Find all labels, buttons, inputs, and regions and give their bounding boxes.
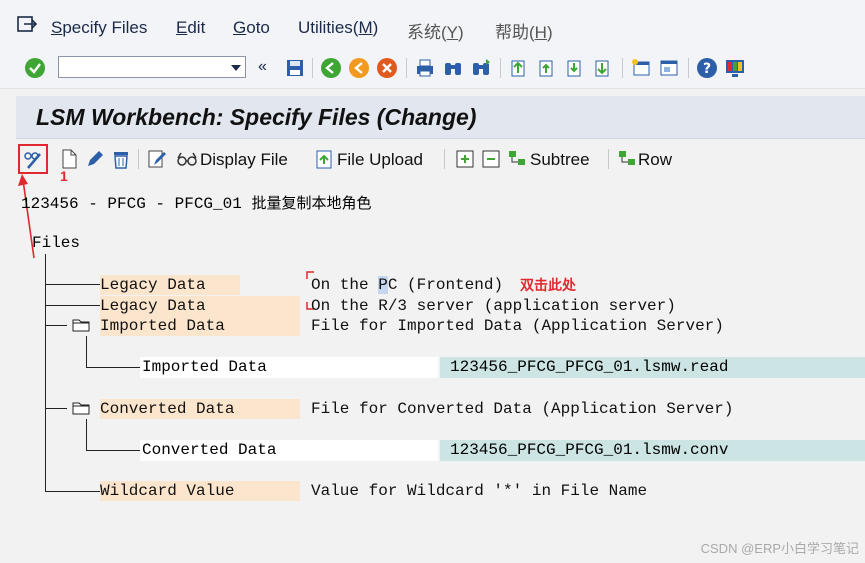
- legacy-data-frontend-node[interactable]: Legacy Data: [100, 275, 240, 295]
- tree-line: [45, 305, 101, 306]
- converted-data-file-field[interactable]: 123456_PFCG_PFCG_01.lsmw.conv: [440, 440, 865, 461]
- tree-line: [45, 284, 101, 285]
- converted-data-node[interactable]: Converted Data: [100, 399, 300, 419]
- converted-data-file-label: Converted Data: [140, 440, 438, 461]
- next-page-icon[interactable]: [564, 57, 586, 79]
- print-icon[interactable]: [414, 57, 436, 79]
- tree-line: [86, 450, 142, 451]
- watermark: CSDN @ERP小白学习笔记: [700, 541, 859, 556]
- converted-data-desc[interactable]: File for Converted Data (Application Ser…: [311, 400, 733, 418]
- cancel-icon[interactable]: [376, 57, 398, 79]
- menu-system[interactable]: 系统(Y): [407, 18, 464, 43]
- previous-page-icon[interactable]: [536, 57, 558, 79]
- display-file-button[interactable]: Display File: [200, 150, 288, 170]
- legacy-data-server-node[interactable]: Legacy Data: [100, 296, 300, 316]
- expand-subtree-icon[interactable]: [454, 148, 476, 170]
- menu-help[interactable]: 帮助(H): [495, 18, 553, 43]
- imported-data-desc[interactable]: File for Imported Data (Application Serv…: [311, 317, 724, 335]
- tree-line: [45, 408, 67, 409]
- subtree-icon[interactable]: [506, 148, 528, 170]
- double-chevron-left-icon[interactable]: «: [258, 58, 267, 76]
- display-file-glasses-icon[interactable]: [176, 148, 198, 170]
- folder-icon[interactable]: [72, 318, 90, 332]
- menu-edit[interactable]: Edit: [176, 18, 205, 38]
- project-description: 批量复制本地角色: [251, 194, 372, 212]
- command-field[interactable]: [58, 56, 246, 78]
- step-number-annotation: 1: [60, 168, 68, 184]
- application-toolbar: Display File File Upload Subtree Row: [16, 140, 865, 178]
- project-header: 123456 - PFCG - PFCG_01 批量复制本地角色: [21, 192, 371, 213]
- tree-line: [45, 325, 67, 326]
- menu-specify-files[interactable]: Specify Files: [51, 18, 147, 38]
- imported-data-file-label: Imported Data: [140, 357, 438, 378]
- legacy-data-frontend-desc[interactable]: On the PC (Frontend): [311, 276, 503, 294]
- help-icon[interactable]: ?: [696, 57, 718, 79]
- find-next-icon[interactable]: [470, 57, 492, 79]
- back-icon[interactable]: [320, 57, 342, 79]
- last-page-icon[interactable]: [592, 57, 614, 79]
- exit-icon[interactable]: [348, 57, 370, 79]
- delete-trash-icon[interactable]: [110, 148, 132, 170]
- customize-layout-icon[interactable]: [724, 57, 746, 79]
- edit-pencil-icon[interactable]: [84, 148, 106, 170]
- edit-document-icon[interactable]: [146, 148, 168, 170]
- find-icon[interactable]: [442, 57, 464, 79]
- menu-exit-icon[interactable]: [16, 14, 38, 34]
- menu-utilities[interactable]: Utilities(M): [298, 18, 378, 38]
- save-icon[interactable]: [284, 57, 306, 79]
- page-title: LSM Workbench: Specify Files (Change): [36, 104, 477, 130]
- legacy-data-server-desc[interactable]: On the R/3 server (application server): [311, 297, 676, 315]
- subtree-button[interactable]: Subtree: [530, 150, 590, 170]
- chevron-down-icon[interactable]: [231, 65, 241, 71]
- menu-goto[interactable]: Goto: [233, 18, 270, 38]
- row-icon[interactable]: [616, 148, 638, 170]
- double-click-annotation: 双击此处: [520, 277, 576, 293]
- create-session-icon[interactable]: [630, 57, 652, 79]
- wildcard-value-node[interactable]: Wildcard Value: [100, 481, 300, 501]
- tree-line: [45, 491, 101, 492]
- folder-icon[interactable]: [72, 401, 90, 415]
- standard-toolbar: « ?: [0, 52, 865, 89]
- tree-line: [86, 336, 87, 367]
- title-bar: LSM Workbench: Specify Files (Change): [16, 96, 865, 139]
- menu-bar: Specify Files Edit Goto Utilities(M) 系统(…: [0, 0, 865, 52]
- imported-data-file-field[interactable]: 123456_PFCG_PFCG_01.lsmw.read: [440, 357, 865, 378]
- file-upload-button[interactable]: File Upload: [337, 150, 423, 170]
- shortcut-icon[interactable]: [658, 57, 680, 79]
- imported-data-node[interactable]: Imported Data: [100, 316, 300, 336]
- tree-root-files[interactable]: Files: [32, 234, 80, 252]
- file-upload-icon[interactable]: [314, 148, 336, 170]
- tree-line: [86, 419, 87, 450]
- svg-text:?: ?: [703, 61, 711, 77]
- collapse-subtree-icon[interactable]: [480, 148, 502, 170]
- project-id: 123456 - PFCG - PFCG_01: [21, 195, 242, 213]
- wildcard-value-desc[interactable]: Value for Wildcard '*' in File Name: [311, 482, 647, 500]
- tree-line: [86, 367, 142, 368]
- enter-check-icon[interactable]: [24, 57, 46, 79]
- row-button[interactable]: Row: [638, 150, 672, 170]
- tree-line: [45, 254, 46, 492]
- first-page-icon[interactable]: [508, 57, 530, 79]
- new-document-icon[interactable]: [58, 148, 80, 170]
